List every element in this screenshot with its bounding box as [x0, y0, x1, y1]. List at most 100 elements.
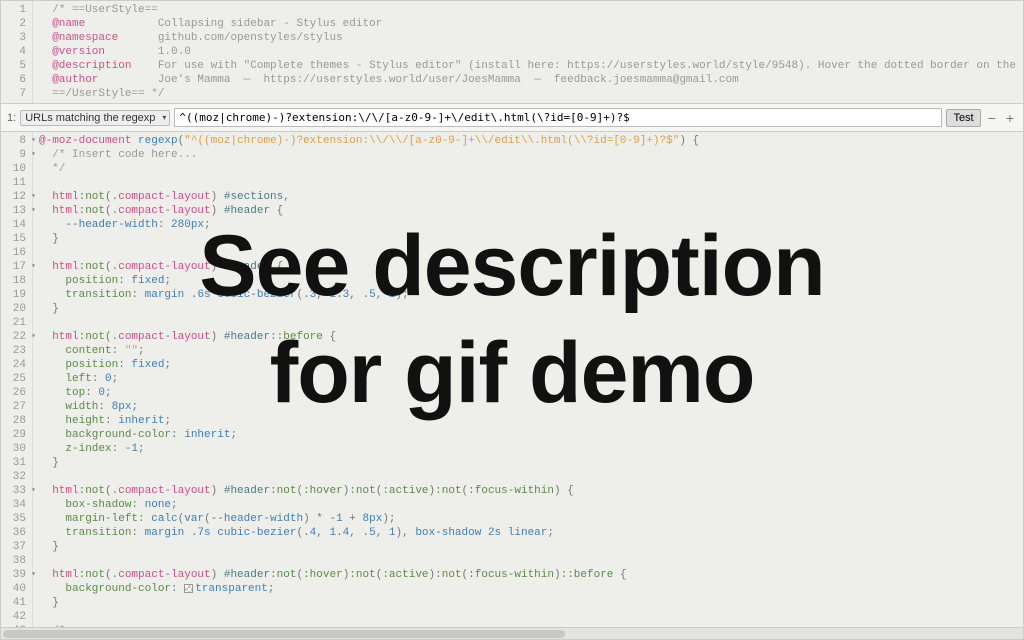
code-line[interactable]: @version 1.0.0 [39, 45, 1023, 59]
code-line[interactable] [39, 610, 1023, 624]
line-gutter: 1234567 [1, 1, 33, 103]
line-number: 19 [3, 288, 26, 302]
line-number: 29 [3, 428, 26, 442]
line-number: 18 [3, 274, 26, 288]
line-gutter: 8910111213141516171819202122232425262728… [1, 132, 33, 627]
line-number: 20 [3, 302, 26, 316]
line-number: 5 [3, 59, 26, 73]
line-number: 21 [3, 316, 26, 330]
horizontal-scrollbar[interactable] [1, 627, 1023, 639]
code-line[interactable]: @description For use with "Complete them… [39, 59, 1023, 73]
css-body-block: 8910111213141516171819202122232425262728… [1, 132, 1023, 627]
code-line[interactable]: /* ==UserStyle== [39, 3, 1023, 17]
code-line[interactable]: */ [39, 162, 1023, 176]
line-number: 24 [3, 358, 26, 372]
color-swatch-icon[interactable] [184, 584, 193, 593]
line-number: 38 [3, 554, 26, 568]
line-number: 7 [3, 87, 26, 101]
code-line[interactable] [39, 176, 1023, 190]
line-number: 35 [3, 512, 26, 526]
code-line[interactable]: background-color: inherit; [39, 428, 1023, 442]
code-line[interactable]: @-moz-document regexp("^((moz|chrome)-)?… [39, 134, 1023, 148]
line-number: 13 [3, 204, 26, 218]
code-line[interactable]: left: 0; [39, 372, 1023, 386]
code-line[interactable]: background-color: transparent; [39, 582, 1023, 596]
code-line[interactable]: @namespace github.com/openstyles/stylus [39, 31, 1023, 45]
code-line[interactable]: html:not(.compact-layout) #header { [39, 260, 1023, 274]
code-line[interactable]: } [39, 232, 1023, 246]
code-line[interactable]: html:not(.compact-layout) #header { [39, 204, 1023, 218]
line-number: 1 [3, 3, 26, 17]
code-line[interactable] [39, 316, 1023, 330]
line-number: 26 [3, 386, 26, 400]
line-number: 28 [3, 414, 26, 428]
line-number: 2 [3, 17, 26, 31]
line-number: 33 [3, 484, 26, 498]
line-number: 27 [3, 400, 26, 414]
line-number: 23 [3, 344, 26, 358]
line-number: 12 [3, 190, 26, 204]
line-number: 11 [3, 176, 26, 190]
code-line[interactable]: position: fixed; [39, 358, 1023, 372]
line-number: 17 [3, 260, 26, 274]
line-number: 22 [3, 330, 26, 344]
test-button[interactable]: Test [946, 109, 980, 127]
code-line[interactable]: transition: margin .6s cubic-bezier(.3, … [39, 288, 1023, 302]
line-number: 25 [3, 372, 26, 386]
code-line[interactable]: } [39, 596, 1023, 610]
line-number: 8 [3, 134, 26, 148]
line-number: 16 [3, 246, 26, 260]
code-line[interactable] [39, 470, 1023, 484]
code-line[interactable]: ==/UserStyle== */ [39, 87, 1023, 101]
code-line[interactable]: top: 0; [39, 386, 1023, 400]
code-line[interactable]: html:not(.compact-layout) #sections, [39, 190, 1023, 204]
code-line[interactable]: html:not(.compact-layout) #header:not(:h… [39, 484, 1023, 498]
code-line[interactable]: position: fixed; [39, 274, 1023, 288]
code-line[interactable] [39, 554, 1023, 568]
line-number: 30 [3, 442, 26, 456]
code-line[interactable]: html:not(.compact-layout) #header::befor… [39, 330, 1023, 344]
code-line[interactable]: transition: margin .7s cubic-bezier(.4, … [39, 526, 1023, 540]
code-line[interactable]: width: 8px; [39, 400, 1023, 414]
code-line[interactable]: z-index: -1; [39, 442, 1023, 456]
line-number: 39 [3, 568, 26, 582]
code-line[interactable]: html:not(.compact-layout) #header:not(:h… [39, 568, 1023, 582]
line-number: 3 [3, 31, 26, 45]
code-line[interactable]: height: inherit; [39, 414, 1023, 428]
code-line[interactable]: } [39, 302, 1023, 316]
code-line[interactable]: } [39, 540, 1023, 554]
code-line[interactable]: } [39, 456, 1023, 470]
line-number: 36 [3, 526, 26, 540]
line-number: 14 [3, 218, 26, 232]
code-lines[interactable]: /* ==UserStyle== @name Collapsing sideba… [33, 1, 1023, 103]
line-number: 32 [3, 470, 26, 484]
applies-type-select[interactable]: URLs matching the regexp [20, 110, 170, 126]
code-line[interactable]: @name Collapsing sidebar - Stylus editor [39, 17, 1023, 31]
stylus-editor: 1234567 /* ==UserStyle== @name Collapsin… [0, 0, 1024, 640]
code-line[interactable]: margin-left: calc(var(--header-width) * … [39, 512, 1023, 526]
code-line[interactable]: @author Joe's Mamma — https://userstyles… [39, 73, 1023, 87]
line-number: 31 [3, 456, 26, 470]
line-number: 40 [3, 582, 26, 596]
scrollbar-thumb[interactable] [3, 630, 565, 638]
code-lines[interactable]: @-moz-document regexp("^((moz|chrome)-)?… [33, 132, 1023, 627]
code-line[interactable] [39, 246, 1023, 260]
add-applies-icon[interactable]: + [1003, 110, 1017, 126]
regex-input[interactable] [174, 108, 942, 127]
code-line[interactable]: --header-width: 280px; [39, 218, 1023, 232]
section-index: 1: [7, 112, 16, 124]
line-number: 10 [3, 162, 26, 176]
line-number: 6 [3, 73, 26, 87]
line-number: 34 [3, 498, 26, 512]
line-number: 37 [3, 540, 26, 554]
code-line[interactable]: /* Insert code here... [39, 148, 1023, 162]
line-number: 41 [3, 596, 26, 610]
usercss-header-block: 1234567 /* ==UserStyle== @name Collapsin… [1, 1, 1023, 103]
code-line[interactable]: content: ""; [39, 344, 1023, 358]
code-line[interactable]: box-shadow: none; [39, 498, 1023, 512]
line-number: 4 [3, 45, 26, 59]
remove-applies-icon[interactable]: − [985, 110, 999, 126]
applies-type-label: URLs matching the regexp [25, 112, 155, 124]
line-number: 9 [3, 148, 26, 162]
line-number: 15 [3, 232, 26, 246]
